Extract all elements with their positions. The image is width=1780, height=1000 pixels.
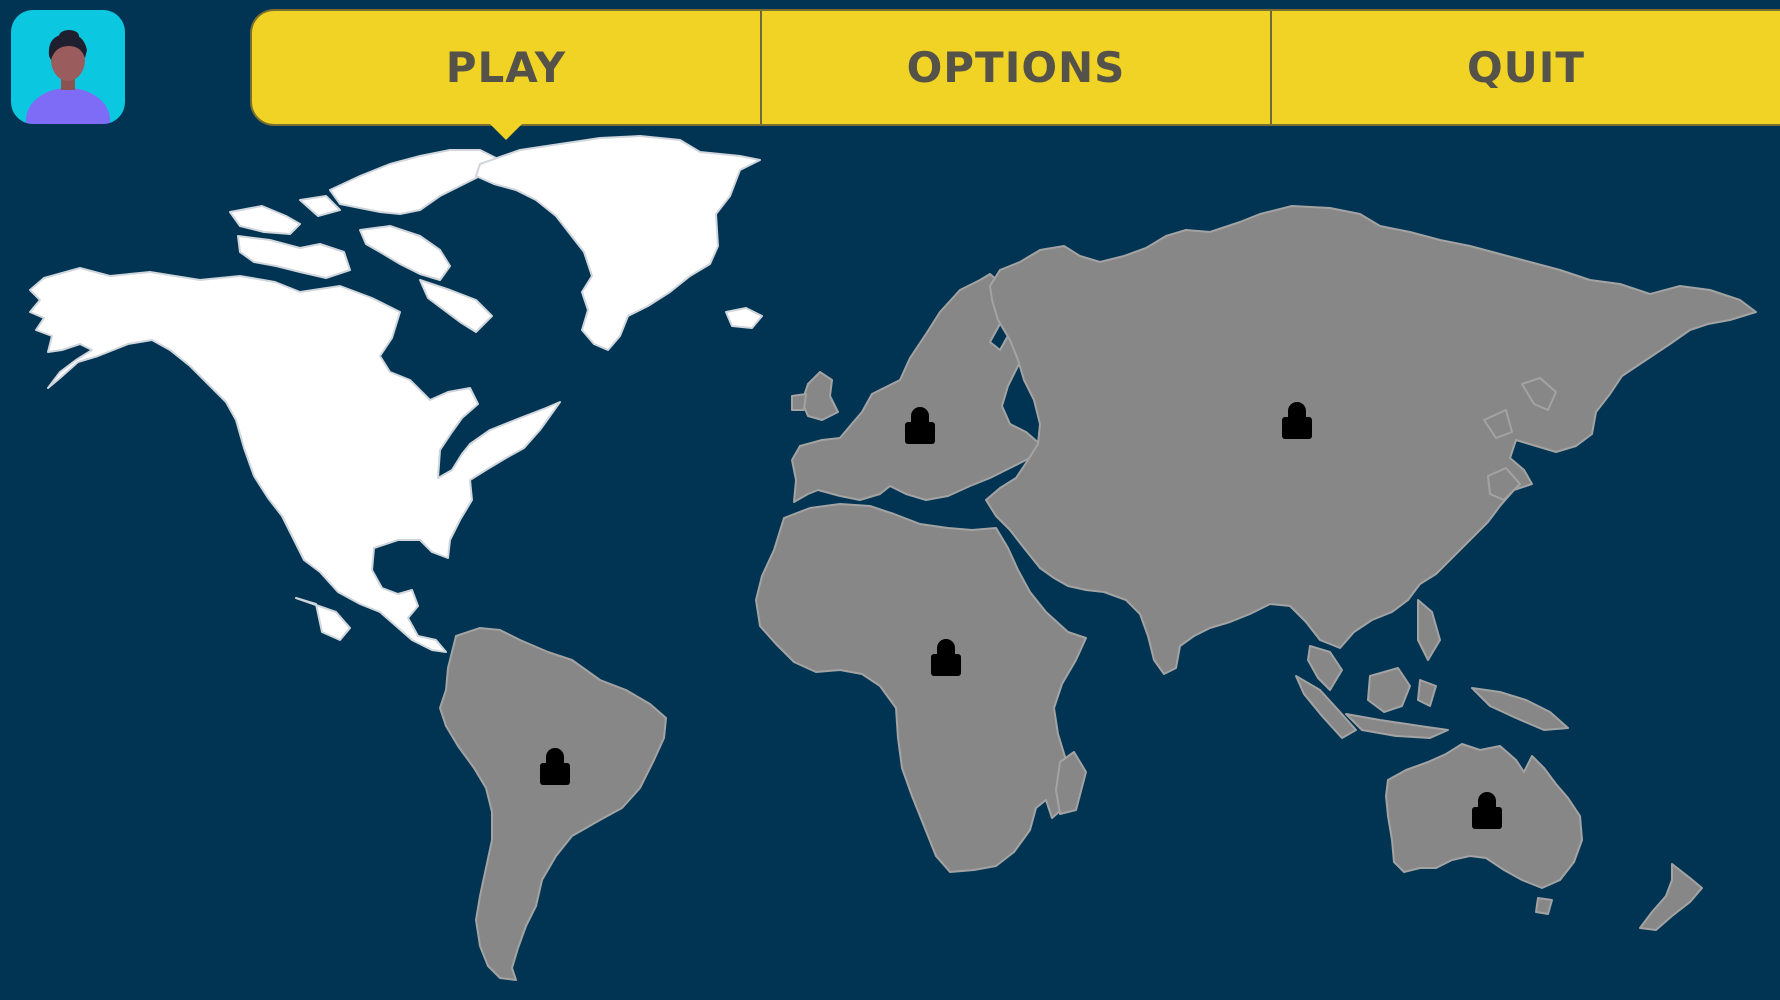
continent-north-america[interactable] <box>29 135 763 653</box>
quit-button[interactable]: QUIT <box>1270 11 1780 124</box>
world-map <box>29 135 1757 981</box>
options-button[interactable]: OPTIONS <box>760 11 1270 124</box>
continent-australia[interactable] <box>1385 743 1703 931</box>
play-button[interactable]: PLAY <box>252 11 760 124</box>
world-map-screen: PLAY OPTIONS QUIT <box>0 0 1780 1000</box>
player-avatar-icon <box>26 30 110 124</box>
continent-asia[interactable] <box>985 205 1757 739</box>
continent-south-america[interactable] <box>439 627 667 981</box>
player-avatar-button[interactable] <box>11 10 125 124</box>
main-menu-bar: PLAY OPTIONS QUIT <box>250 9 1780 126</box>
